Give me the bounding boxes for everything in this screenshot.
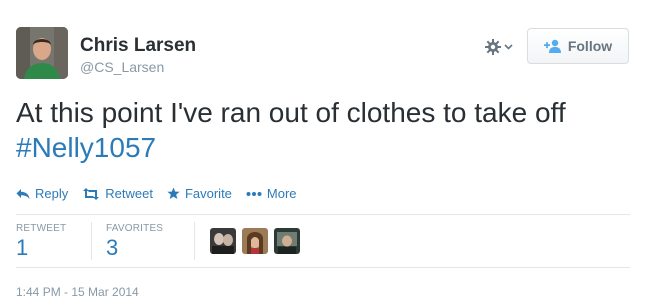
chevron-down-icon [504,44,513,50]
favoriter-avatar[interactable] [274,228,300,254]
hashtag-link[interactable]: #Nelly1057 [16,132,156,163]
reply-icon [16,188,30,199]
favoriter-photo [210,228,236,254]
tweet-text: At this point I've ran out of clothes to… [16,95,636,165]
more-label: More [266,186,297,201]
favoriter-photo [274,228,300,254]
author-handle[interactable]: @CS_Larsen [80,59,164,75]
retweet-label: Retweet [105,186,153,201]
favoriter-avatar[interactable] [242,228,268,254]
tweet-timestamp[interactable]: 1:44 PM - 15 Mar 2014 [16,285,139,299]
favoriter-avatar[interactable] [210,228,236,254]
tweet-text-body: At this point I've ran out of clothes to… [16,97,566,128]
more-button[interactable]: More [246,186,297,201]
stats-separator [194,222,195,260]
retweets-count-label: RETWEET [16,223,67,234]
user-actions-menu[interactable] [484,38,518,56]
follow-button[interactable]: Follow [527,28,629,64]
favorite-label: Favorite [184,186,232,201]
retweet-button[interactable]: Retweet [82,186,153,201]
avatar[interactable] [16,27,68,79]
favorite-button[interactable]: Favorite [167,186,232,201]
retweet-icon [83,187,100,200]
retweets-count[interactable]: 1 [16,235,28,261]
divider [16,214,630,215]
stats-separator [91,222,92,260]
tweet-actions: Reply Retweet Favorite More [16,186,311,201]
add-user-icon [543,39,561,53]
favorites-count-label: FAVORITES [106,223,164,234]
favoriter-photo [242,228,268,254]
author-name[interactable]: Chris Larsen [80,35,196,57]
reply-label: Reply [35,186,69,201]
follow-button-label: Follow [567,38,613,54]
star-icon [167,187,180,199]
reply-button[interactable]: Reply [16,186,68,201]
avatar-photo [16,27,68,79]
more-dots-icon [246,191,262,196]
divider [16,267,630,268]
gear-icon [485,39,501,55]
favorites-count[interactable]: 3 [106,235,118,261]
